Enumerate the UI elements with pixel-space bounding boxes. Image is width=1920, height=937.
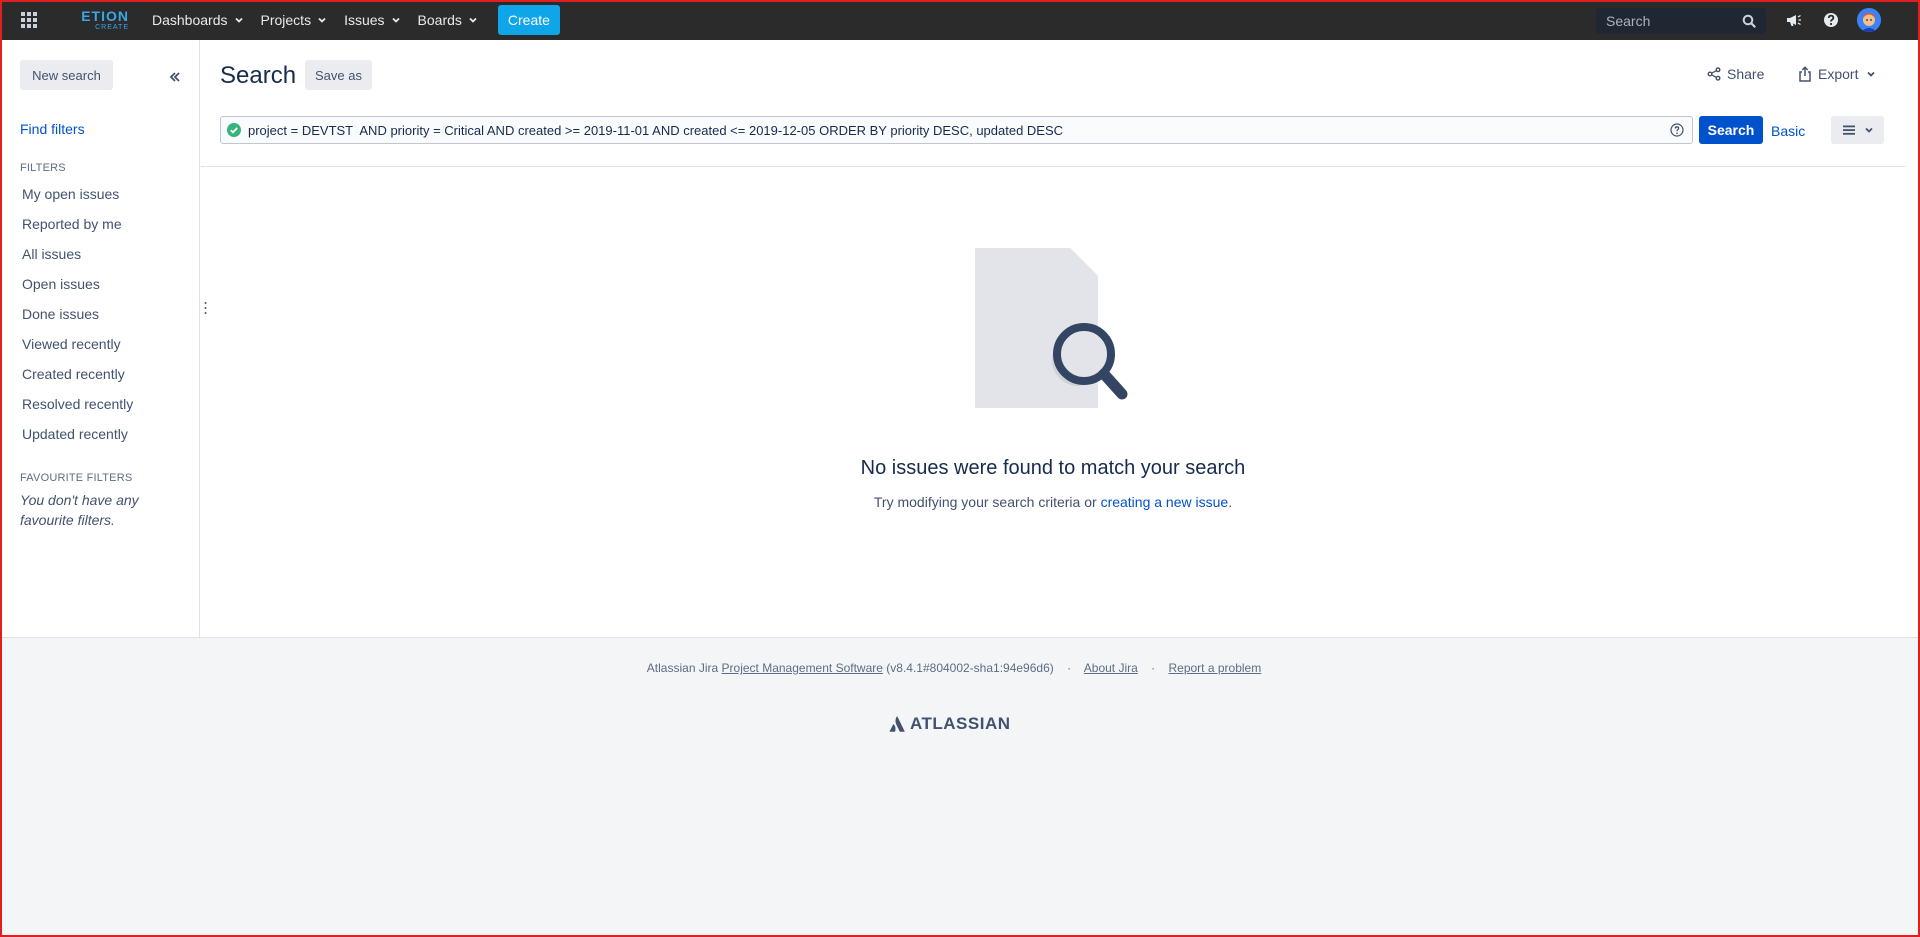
filter-created-recently[interactable]: Created recently [22,366,125,382]
nav-projects-label: Projects [260,12,312,28]
export-label: Export [1818,66,1859,82]
nav-boards-label: Boards [417,12,462,28]
footer-separator: · [1067,661,1072,675]
chevron-down-icon [1864,127,1873,133]
footer-separator: · [1151,661,1156,675]
new-search-button[interactable]: New search [20,60,113,90]
filter-viewed-recently[interactable]: Viewed recently [22,336,121,352]
footer-version: (v8.4.1#804002-sha1:94e96d6) [886,661,1054,675]
search-button[interactable]: Search [1699,116,1763,144]
export-icon [1799,66,1811,82]
favourite-filters-heading: FAVOURITE FILTERS [20,472,133,484]
share-button[interactable]: Share [1707,66,1764,82]
chevron-down-icon [469,17,477,23]
filter-my-open-issues[interactable]: My open issues [22,186,119,202]
nav-issues-label: Issues [344,12,385,28]
top-navigation: ETION CREATE Dashboards Projects Issues … [0,0,1920,40]
empty-state-period: . [1228,494,1233,510]
chevron-down-icon [1867,71,1876,77]
report-problem-link[interactable]: Report a problem [1168,661,1261,675]
atlassian-mark-icon [889,716,905,732]
search-icon[interactable] [1742,14,1756,28]
export-button[interactable]: Export [1798,66,1882,82]
nav-issues[interactable]: Issues [344,0,400,40]
about-jira-link[interactable]: About Jira [1084,661,1138,675]
footer-prefix: Atlassian Jira [646,661,719,675]
basic-mode-link[interactable]: Basic [1771,123,1805,139]
empty-state-text: Try modifying your search criteria or [873,494,1101,510]
collapse-sidebar-icon[interactable] [168,70,182,84]
atlassian-logo[interactable]: ATLASSIAN [889,714,1011,734]
filter-resolved-recently[interactable]: Resolved recently [22,396,133,412]
filter-all-issues[interactable]: All issues [22,246,81,262]
view-options-button[interactable] [1831,116,1884,144]
global-search [1596,8,1766,34]
header-divider [201,166,1906,167]
empty-state-message: Try modifying your search criteria or cr… [200,494,1906,510]
nav-boards[interactable]: Boards [418,0,478,40]
share-icon [1707,67,1721,81]
empty-search-illustration-icon [975,248,1128,408]
avatar-image-icon [1857,8,1881,32]
help-icon[interactable] [1821,10,1841,30]
pms-link[interactable]: Project Management Software [722,661,883,675]
page-title: Search [220,62,297,89]
user-avatar[interactable] [1857,8,1881,32]
filter-updated-recently[interactable]: Updated recently [22,426,128,442]
megaphone-icon[interactable] [1784,10,1804,30]
global-search-input[interactable] [1606,13,1736,29]
jql-help-icon[interactable] [1670,123,1684,137]
footer: Atlassian Jira Project Management Softwa… [2,637,1918,935]
empty-state-title: No issues were found to match your searc… [860,457,1246,479]
nav-dashboards-label: Dashboards [152,12,228,28]
chevron-down-icon [391,17,400,23]
logo-main: ETION [81,8,129,24]
no-favourites-message: You don't have any favourite filters. [20,492,139,528]
filter-open-issues[interactable]: Open issues [22,276,100,292]
nav-projects[interactable]: Projects [261,0,328,40]
list-menu-icon [1842,125,1855,135]
filter-reported-by-me[interactable]: Reported by me [22,216,122,232]
nav-dashboards[interactable]: Dashboards [152,0,244,40]
save-as-button[interactable]: Save as [305,60,372,90]
create-new-issue-link[interactable]: creating a new issue [1101,494,1229,510]
share-label: Share [1727,66,1765,82]
filter-done-issues[interactable]: Done issues [22,306,99,322]
chevron-down-icon [318,17,326,23]
jql-query-field[interactable]: project = DEVTST AND priority = Critical… [220,116,1693,144]
footer-links: Atlassian Jira Project Management Softwa… [2,661,1906,675]
logo-sub: CREATE [95,24,129,31]
app-switcher-icon[interactable] [21,12,37,28]
create-button[interactable]: Create [497,5,560,35]
find-filters-link[interactable]: Find filters [20,121,85,137]
sidebar: New search Find filters FILTERS My open … [2,40,200,637]
logo[interactable]: ETION CREATE [67,9,129,31]
filters-heading: FILTERS [20,162,66,174]
valid-query-check-icon [227,123,241,137]
chevron-down-icon [234,17,243,23]
jql-query-text: project = DEVTST AND priority = Critical… [248,122,1064,138]
atlassian-wordmark: ATLASSIAN [910,714,1011,733]
resize-handle-icon[interactable] [204,301,207,315]
